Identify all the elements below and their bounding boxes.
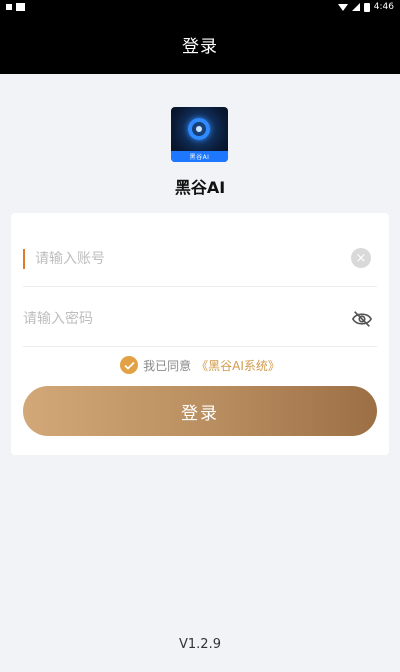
- status-time: 4:46: [373, 2, 394, 12]
- logo-ring-icon: [188, 118, 210, 140]
- login-card: × 我已同意 《黑谷AI系统》 登录: [11, 213, 389, 455]
- logo-band-text: 黑谷AI: [171, 151, 228, 162]
- eye-off-icon[interactable]: [351, 309, 373, 329]
- agreement-row: 我已同意 《黑谷AI系统》: [11, 355, 389, 375]
- wifi-icon: [337, 3, 348, 11]
- account-field: ×: [23, 231, 377, 287]
- clear-icon[interactable]: ×: [351, 248, 371, 268]
- image-icon: [16, 3, 25, 11]
- agreement-text: 我已同意: [143, 358, 192, 373]
- signal-icon: [351, 3, 360, 11]
- password-field: [23, 291, 377, 347]
- app-version: V1.2.9: [179, 637, 221, 652]
- header: 登录: [0, 14, 400, 74]
- checkmark-icon[interactable]: [120, 356, 139, 374]
- battery-icon: [363, 2, 370, 12]
- text-caret: [23, 249, 25, 269]
- app-logo: 黑谷AI: [171, 107, 228, 162]
- notification-icon: [6, 4, 12, 10]
- page-title: 登录: [182, 36, 218, 57]
- account-input[interactable]: [23, 250, 323, 267]
- agreement-link[interactable]: 《黑谷AI系统》: [196, 357, 280, 374]
- password-input[interactable]: [23, 310, 323, 327]
- status-bar: 4:46: [0, 0, 400, 14]
- login-button[interactable]: 登录: [23, 386, 377, 436]
- app-name: 黑谷AI: [174, 178, 226, 197]
